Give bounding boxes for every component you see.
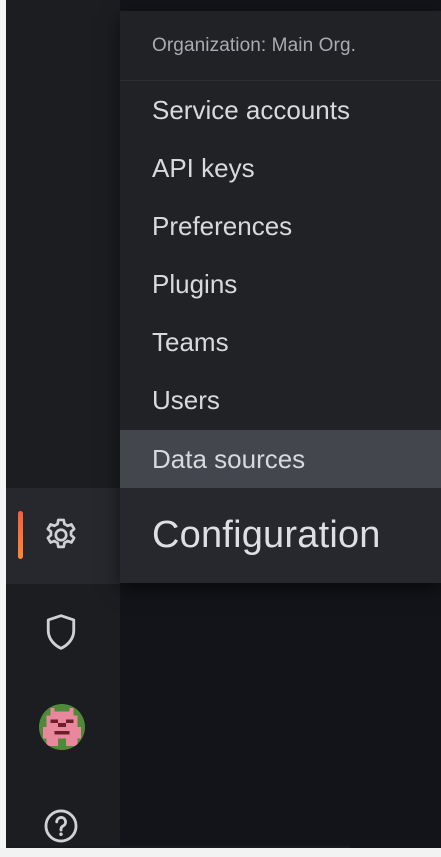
menu-item-preferences[interactable]: Preferences [120, 197, 441, 255]
help-icon[interactable] [42, 807, 80, 845]
menu-item-users[interactable]: Users [120, 371, 441, 429]
menu-item-plugins[interactable]: Plugins [120, 255, 441, 313]
gear-icon[interactable] [42, 516, 80, 554]
menu-item-service-accounts[interactable]: Service accounts [120, 81, 441, 139]
app-frame: Organization: Main Org. Service accounts… [0, 0, 441, 857]
active-indicator [18, 511, 23, 559]
shield-icon[interactable] [44, 612, 78, 652]
org-label: Organization: Main Org. [152, 35, 356, 56]
avatar[interactable] [39, 704, 85, 750]
configuration-menu: Organization: Main Org. Service accounts… [120, 11, 441, 583]
menu-section-title[interactable]: Configuration [120, 488, 441, 583]
bottom-strip [0, 848, 441, 857]
menu-header: Organization: Main Org. [120, 11, 441, 81]
menu-item-data-sources[interactable]: Data sources [120, 430, 441, 488]
menu-item-api-keys[interactable]: API keys [120, 139, 441, 197]
menu-item-teams[interactable]: Teams [120, 313, 441, 371]
